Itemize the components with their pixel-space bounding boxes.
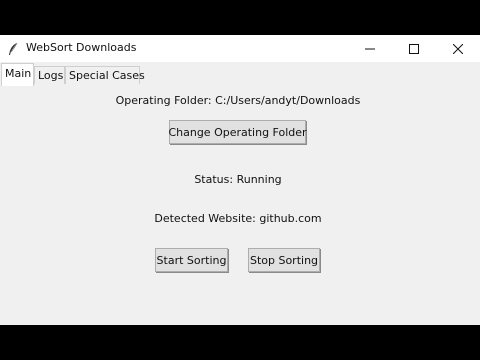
app-window: WebSort Downloads Main Logs Special Case… [0, 35, 480, 325]
minimize-button[interactable] [348, 35, 392, 62]
maximize-icon [409, 39, 419, 58]
detected-website-label: Detected Website: github.com [154, 212, 322, 225]
main-panel: Operating Folder: C:/Users/andyt/Downloa… [0, 85, 480, 325]
minimize-icon [365, 39, 375, 58]
tab-bar: Main Logs Special Cases [0, 62, 480, 86]
tab-logs[interactable]: Logs [34, 66, 65, 84]
maximize-button[interactable] [392, 35, 436, 62]
close-icon [452, 39, 464, 58]
stop-sorting-button[interactable]: Stop Sorting [248, 248, 320, 272]
operating-folder-label: Operating Folder: C:/Users/andyt/Downloa… [115, 94, 361, 107]
status-label: Status: Running [194, 173, 282, 186]
change-folder-button[interactable]: Change Operating Folder [168, 120, 307, 144]
title-bar[interactable]: WebSort Downloads [0, 35, 480, 62]
window-title: WebSort Downloads [26, 41, 137, 54]
feather-icon [7, 41, 19, 55]
tab-special-cases[interactable]: Special Cases [65, 66, 145, 84]
close-button[interactable] [436, 35, 480, 62]
tab-main[interactable]: Main [1, 63, 34, 86]
start-sorting-button[interactable]: Start Sorting [155, 248, 228, 272]
